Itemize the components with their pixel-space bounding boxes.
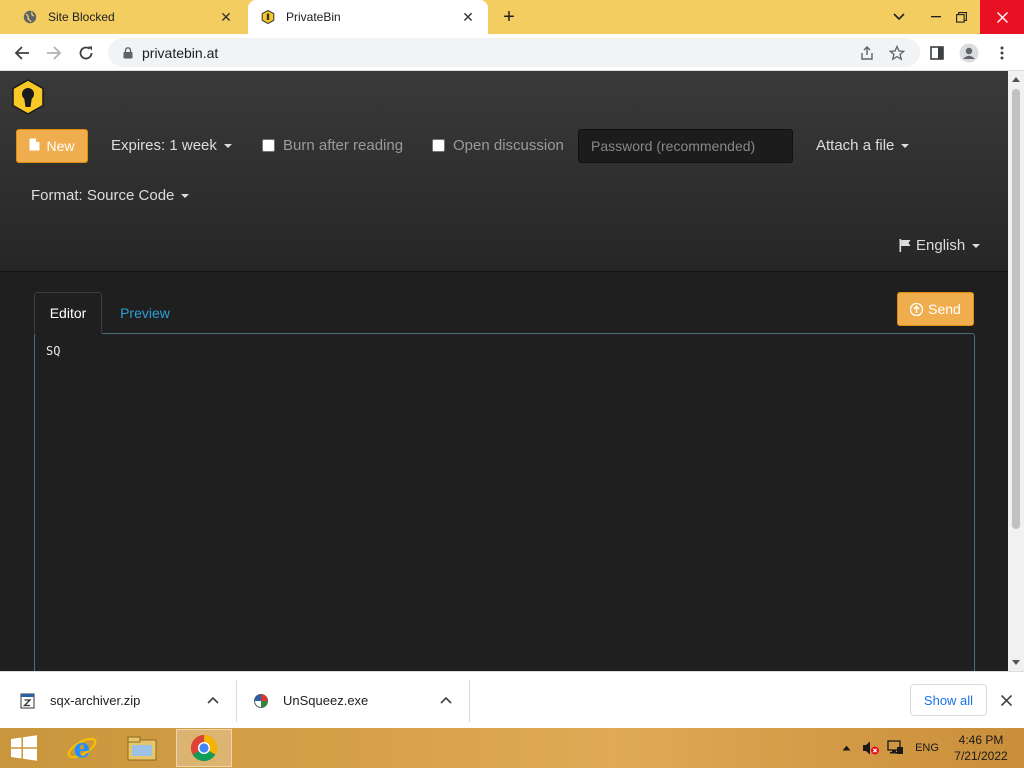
speaker-muted-icon[interactable] bbox=[860, 728, 882, 768]
open-discussion-option[interactable]: Open discussion bbox=[432, 137, 564, 154]
download-bar: sqx-archiver.zip UnSqueez.exe Show all bbox=[0, 671, 1024, 728]
windows-taskbar: e ENG 4:46 PM 7/21/2022 bbox=[0, 728, 1024, 768]
tab-title: PrivateBin bbox=[286, 10, 341, 24]
burn-after-reading-option[interactable]: Burn after reading bbox=[262, 137, 403, 154]
close-download-bar-icon[interactable] bbox=[996, 690, 1016, 710]
tab-preview[interactable]: Preview bbox=[108, 292, 182, 334]
browser-tab-strip: Site Blocked ✕ PrivateBin ✕ + bbox=[0, 0, 1024, 34]
taskbar-clock[interactable]: 4:46 PM 7/21/2022 bbox=[948, 732, 1014, 764]
share-icon[interactable] bbox=[854, 38, 880, 67]
reload-icon[interactable] bbox=[74, 41, 98, 65]
tab-privatebin[interactable]: PrivateBin ✕ bbox=[248, 0, 488, 34]
chrome-taskbar-icon[interactable] bbox=[176, 729, 232, 767]
close-tab-icon[interactable]: ✕ bbox=[218, 9, 234, 25]
back-icon[interactable] bbox=[10, 41, 34, 65]
show-hidden-icons-chevron-icon[interactable] bbox=[838, 728, 854, 768]
zip-file-icon bbox=[20, 693, 36, 709]
profile-avatar-icon[interactable] bbox=[957, 41, 981, 65]
file-explorer-icon[interactable] bbox=[114, 729, 170, 767]
caret-down-icon bbox=[223, 143, 232, 148]
page-scrollbar[interactable] bbox=[1008, 71, 1024, 671]
privatebin-logo-icon[interactable] bbox=[10, 79, 46, 115]
globe-icon bbox=[22, 9, 38, 25]
file-icon bbox=[29, 138, 40, 154]
expires-label: Expires: 1 week bbox=[111, 137, 217, 154]
svg-text:e: e bbox=[74, 734, 91, 764]
side-panel-icon[interactable] bbox=[925, 41, 949, 65]
flag-icon bbox=[899, 239, 912, 252]
caret-down-icon bbox=[901, 143, 910, 148]
format-label: Format: Source Code bbox=[31, 187, 175, 204]
new-label: New bbox=[46, 138, 75, 154]
scroll-down-arrow-icon[interactable] bbox=[1012, 660, 1020, 665]
download-separator bbox=[469, 680, 470, 722]
format-dropdown[interactable]: Format: Source Code bbox=[31, 187, 190, 204]
privatebin-navbar: New Expires: 1 week Burn after reading O… bbox=[0, 71, 1008, 272]
tab-editor[interactable]: Editor bbox=[34, 292, 102, 334]
password-input[interactable]: Password (recommended) bbox=[578, 129, 793, 163]
scrollbar-thumb[interactable] bbox=[1012, 89, 1020, 529]
address-bar[interactable]: privatebin.at bbox=[108, 38, 920, 67]
tab-site-blocked[interactable]: Site Blocked ✕ bbox=[10, 0, 246, 34]
show-all-downloads-button[interactable]: Show all bbox=[910, 684, 987, 716]
download-options-chevron-icon[interactable] bbox=[438, 692, 454, 708]
burn-after-reading-label: Burn after reading bbox=[283, 137, 404, 154]
new-tab-button[interactable]: + bbox=[498, 6, 520, 28]
send-label: Send bbox=[928, 301, 961, 317]
expires-dropdown[interactable]: Expires: 1 week bbox=[111, 137, 232, 154]
clock-date: 7/21/2022 bbox=[954, 749, 1008, 763]
close-window-icon[interactable] bbox=[980, 0, 1024, 34]
forward-icon[interactable] bbox=[42, 41, 66, 65]
language-dropdown[interactable]: English bbox=[899, 237, 981, 254]
bookmark-star-icon[interactable] bbox=[884, 38, 910, 67]
paste-editor-textarea[interactable]: SQ bbox=[34, 333, 975, 671]
privatebin-icon bbox=[260, 9, 276, 25]
internet-explorer-icon[interactable]: e bbox=[54, 729, 110, 767]
upload-circle-icon bbox=[910, 302, 924, 316]
download-filename: UnSqueez.exe bbox=[283, 693, 369, 708]
lock-icon[interactable] bbox=[120, 45, 136, 61]
burn-after-reading-checkbox[interactable] bbox=[262, 139, 275, 152]
scroll-up-arrow-icon[interactable] bbox=[1012, 77, 1020, 82]
open-discussion-checkbox[interactable] bbox=[432, 139, 445, 152]
download-options-chevron-icon[interactable] bbox=[205, 692, 221, 708]
caret-down-icon bbox=[181, 193, 190, 198]
browser-menu-icon[interactable] bbox=[990, 41, 1014, 65]
attach-file-label: Attach a file bbox=[816, 137, 895, 154]
network-icon[interactable] bbox=[884, 728, 906, 768]
tab-title: Site Blocked bbox=[48, 10, 115, 24]
download-item-zip[interactable]: sqx-archiver.zip bbox=[20, 672, 140, 729]
close-tab-icon[interactable]: ✕ bbox=[460, 9, 476, 25]
open-discussion-label: Open discussion bbox=[453, 137, 564, 154]
caret-down-icon bbox=[972, 243, 981, 248]
input-language-indicator[interactable]: ENG bbox=[910, 728, 944, 768]
privatebin-page: New Expires: 1 week Burn after reading O… bbox=[0, 71, 1008, 671]
url-text: privatebin.at bbox=[142, 44, 219, 61]
exe-file-icon bbox=[253, 693, 269, 709]
download-filename: sqx-archiver.zip bbox=[50, 693, 141, 708]
restore-icon[interactable] bbox=[944, 0, 978, 34]
download-item-exe[interactable]: UnSqueez.exe bbox=[253, 672, 368, 729]
send-button[interactable]: Send bbox=[897, 292, 974, 326]
browser-toolbar: privatebin.at bbox=[0, 34, 1024, 71]
language-label: English bbox=[916, 237, 966, 254]
attach-file-dropdown[interactable]: Attach a file bbox=[816, 137, 910, 154]
tab-search-chevron-icon[interactable] bbox=[882, 0, 916, 34]
windows-start-icon[interactable] bbox=[0, 729, 48, 767]
download-separator bbox=[236, 680, 237, 722]
new-paste-button[interactable]: New bbox=[16, 129, 88, 163]
clock-time: 4:46 PM bbox=[958, 733, 1004, 747]
